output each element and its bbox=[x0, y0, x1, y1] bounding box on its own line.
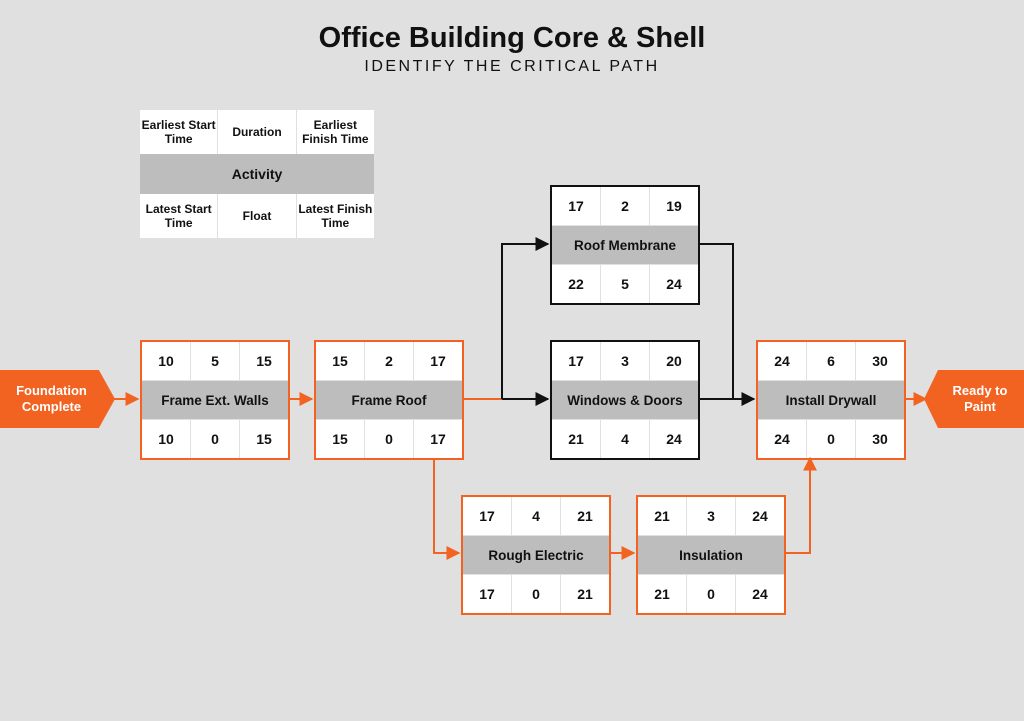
es-value: 17 bbox=[463, 497, 512, 535]
ls-value: 21 bbox=[638, 575, 687, 613]
node-frame-walls: 10 5 15 Frame Ext. Walls 10 0 15 bbox=[140, 340, 290, 460]
node-install-drywall: 24 6 30 Install Drywall 24 0 30 bbox=[756, 340, 906, 460]
legend-float: Float bbox=[218, 194, 296, 238]
dur-value: 2 bbox=[601, 187, 650, 225]
float-value: 4 bbox=[601, 420, 650, 458]
legend-ef: Earliest Finish Time bbox=[297, 110, 374, 154]
lf-value: 15 bbox=[240, 420, 288, 458]
activity-name: Rough Electric bbox=[463, 535, 609, 575]
node-rough-electric: 17 4 21 Rough Electric 17 0 21 bbox=[461, 495, 611, 615]
activity-name: Windows & Doors bbox=[552, 380, 698, 420]
dur-value: 5 bbox=[191, 342, 240, 380]
lf-value: 24 bbox=[650, 420, 698, 458]
dur-value: 4 bbox=[512, 497, 561, 535]
ls-value: 21 bbox=[552, 420, 601, 458]
es-value: 15 bbox=[316, 342, 365, 380]
node-roof-membrane: 17 2 19 Roof Membrane 22 5 24 bbox=[550, 185, 700, 305]
ef-value: 24 bbox=[736, 497, 784, 535]
float-value: 5 bbox=[601, 265, 650, 303]
ls-value: 15 bbox=[316, 420, 365, 458]
node-windows-doors: 17 3 20 Windows & Doors 21 4 24 bbox=[550, 340, 700, 460]
float-value: 0 bbox=[365, 420, 414, 458]
lf-value: 21 bbox=[561, 575, 609, 613]
lf-value: 24 bbox=[650, 265, 698, 303]
legend-lf: Latest Finish Time bbox=[297, 194, 374, 238]
es-value: 17 bbox=[552, 342, 601, 380]
page-subtitle: IDENTIFY THE CRITICAL PATH bbox=[0, 58, 1024, 76]
legend-ls: Latest Start Time bbox=[140, 194, 218, 238]
activity-name: Frame Roof bbox=[316, 380, 462, 420]
float-value: 0 bbox=[191, 420, 240, 458]
legend-activity: Activity bbox=[140, 154, 374, 194]
lf-value: 24 bbox=[736, 575, 784, 613]
node-insulation: 21 3 24 Insulation 21 0 24 bbox=[636, 495, 786, 615]
dur-value: 3 bbox=[601, 342, 650, 380]
milestone-start: Foundation Complete bbox=[0, 370, 115, 428]
page-title: Office Building Core & Shell bbox=[0, 22, 1024, 55]
es-value: 10 bbox=[142, 342, 191, 380]
ef-value: 15 bbox=[240, 342, 288, 380]
legend-box: Earliest Start Time Duration Earliest Fi… bbox=[140, 110, 374, 238]
float-value: 0 bbox=[512, 575, 561, 613]
activity-name: Install Drywall bbox=[758, 380, 904, 420]
ef-value: 30 bbox=[856, 342, 904, 380]
milestone-end: Ready to Paint bbox=[924, 370, 1024, 428]
ls-value: 10 bbox=[142, 420, 191, 458]
activity-name: Roof Membrane bbox=[552, 225, 698, 265]
legend-es: Earliest Start Time bbox=[140, 110, 218, 154]
legend-dur: Duration bbox=[218, 110, 296, 154]
dur-value: 6 bbox=[807, 342, 856, 380]
node-frame-roof: 15 2 17 Frame Roof 15 0 17 bbox=[314, 340, 464, 460]
activity-name: Frame Ext. Walls bbox=[142, 380, 288, 420]
float-value: 0 bbox=[687, 575, 736, 613]
lf-value: 17 bbox=[414, 420, 462, 458]
es-value: 17 bbox=[552, 187, 601, 225]
ls-value: 22 bbox=[552, 265, 601, 303]
dur-value: 2 bbox=[365, 342, 414, 380]
activity-name: Insulation bbox=[638, 535, 784, 575]
es-value: 24 bbox=[758, 342, 807, 380]
ef-value: 20 bbox=[650, 342, 698, 380]
ls-value: 24 bbox=[758, 420, 807, 458]
ef-value: 17 bbox=[414, 342, 462, 380]
ef-value: 21 bbox=[561, 497, 609, 535]
ls-value: 17 bbox=[463, 575, 512, 613]
dur-value: 3 bbox=[687, 497, 736, 535]
float-value: 0 bbox=[807, 420, 856, 458]
es-value: 21 bbox=[638, 497, 687, 535]
lf-value: 30 bbox=[856, 420, 904, 458]
ef-value: 19 bbox=[650, 187, 698, 225]
